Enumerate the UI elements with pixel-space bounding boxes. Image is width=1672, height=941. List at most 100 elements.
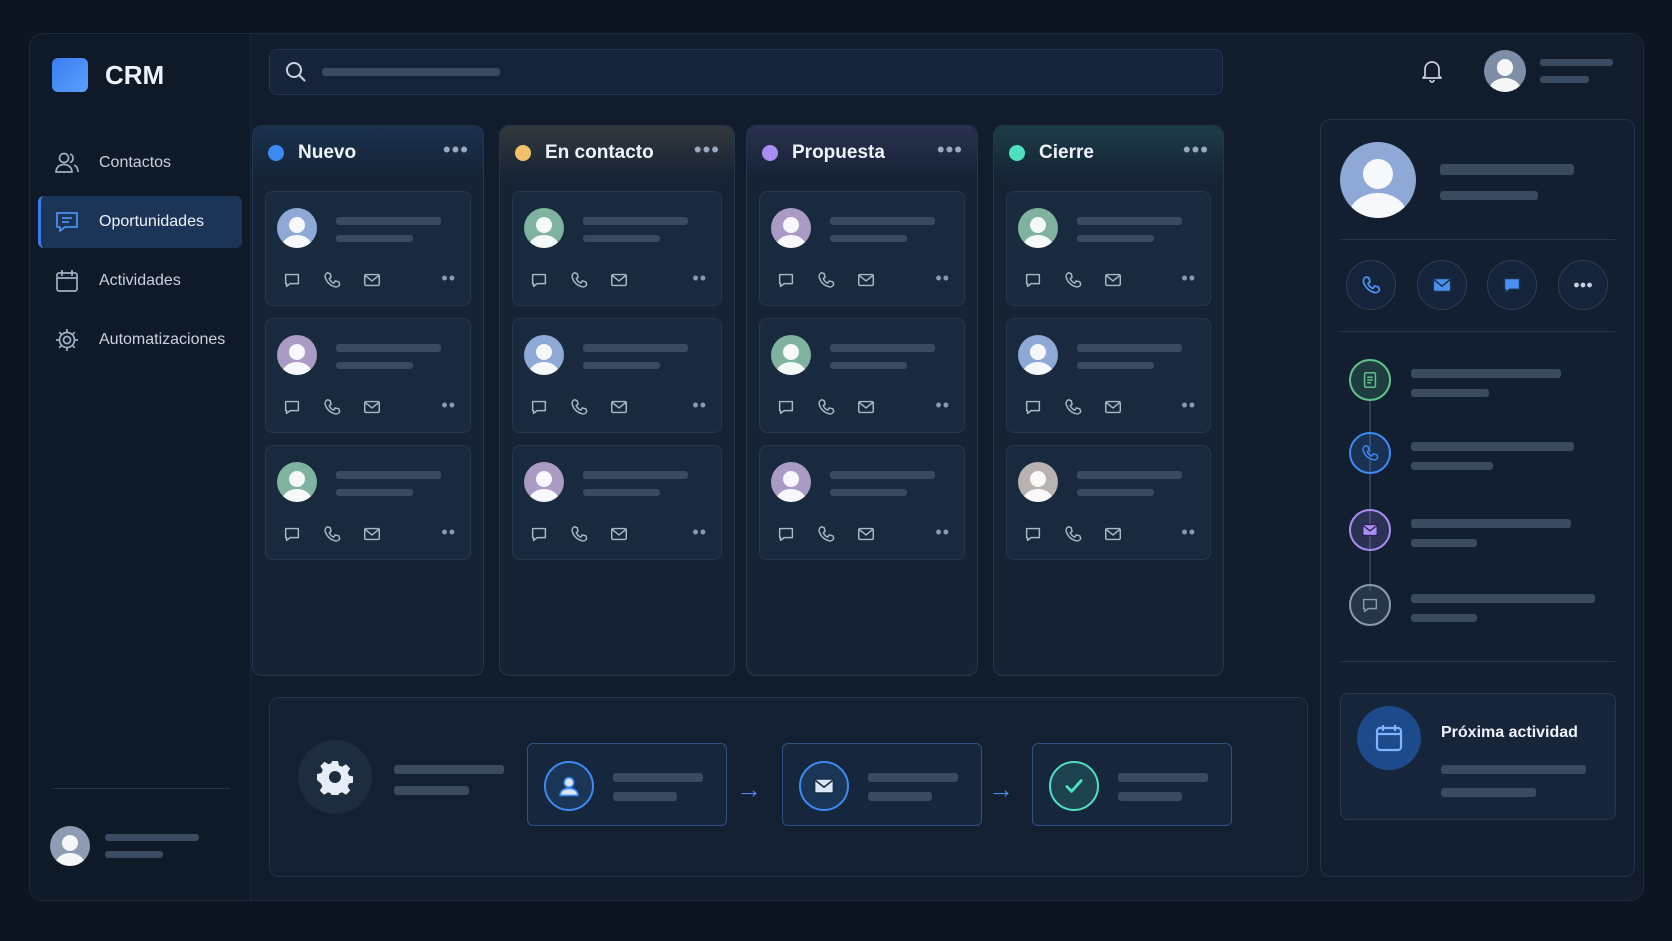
automation-step[interactable] bbox=[1032, 743, 1232, 826]
more-icon[interactable]: ••• bbox=[443, 139, 469, 161]
timeline-item-icon[interactable] bbox=[1349, 584, 1391, 626]
deal-card[interactable]: •• bbox=[512, 445, 722, 560]
avatar bbox=[771, 335, 811, 375]
mail-icon[interactable] bbox=[856, 524, 876, 544]
chat-icon[interactable] bbox=[529, 270, 549, 290]
more-button[interactable] bbox=[1558, 260, 1608, 310]
deal-card[interactable]: •• bbox=[265, 445, 471, 560]
phone-icon[interactable] bbox=[322, 397, 342, 417]
chat-button[interactable] bbox=[1487, 260, 1537, 310]
deal-card[interactable]: •• bbox=[512, 318, 722, 433]
chat-icon[interactable] bbox=[776, 524, 796, 544]
card-actions bbox=[1023, 270, 1143, 290]
phone-icon bbox=[1362, 276, 1381, 294]
chat-icon[interactable] bbox=[1023, 524, 1043, 544]
search-bar[interactable] bbox=[269, 49, 1223, 95]
deal-card[interactable]: •• bbox=[759, 445, 965, 560]
mail-icon[interactable] bbox=[856, 397, 876, 417]
mail-icon[interactable] bbox=[609, 524, 629, 544]
chat-icon[interactable] bbox=[1023, 270, 1043, 290]
more-icon[interactable]: •• bbox=[935, 523, 950, 541]
phone-icon[interactable] bbox=[569, 524, 589, 544]
chat-icon[interactable] bbox=[776, 270, 796, 290]
more-icon[interactable]: ••• bbox=[694, 139, 720, 161]
sidebar-item-oportunidades[interactable]: Oportunidades bbox=[38, 196, 242, 248]
mail-icon[interactable] bbox=[1103, 270, 1123, 290]
top-user-menu[interactable] bbox=[1484, 50, 1613, 92]
step-title-placeholder bbox=[1118, 773, 1208, 782]
deal-card[interactable]: •• bbox=[512, 191, 722, 306]
phone-icon[interactable] bbox=[322, 270, 342, 290]
phone-icon[interactable] bbox=[322, 524, 342, 544]
contact-detail-panel: Próxima actividad bbox=[1320, 119, 1635, 877]
deal-card[interactable]: •• bbox=[265, 318, 471, 433]
more-icon[interactable]: •• bbox=[1181, 396, 1196, 414]
timeline-item-icon[interactable] bbox=[1349, 509, 1391, 551]
more-icon[interactable]: •• bbox=[1181, 523, 1196, 541]
more-icon[interactable]: •• bbox=[692, 523, 707, 541]
next-activity-card[interactable]: Próxima actividad bbox=[1340, 693, 1616, 820]
sidebar-item-automatizaciones[interactable]: Automatizaciones bbox=[38, 314, 242, 366]
phone-icon[interactable] bbox=[1063, 397, 1083, 417]
calendar-icon bbox=[1357, 706, 1421, 770]
automation-gear[interactable] bbox=[298, 740, 372, 814]
mail-icon[interactable] bbox=[362, 524, 382, 544]
step-subtitle-placeholder bbox=[613, 792, 677, 801]
chat-icon[interactable] bbox=[282, 270, 302, 290]
mail-button[interactable] bbox=[1417, 260, 1467, 310]
automation-title-placeholder bbox=[394, 765, 504, 774]
chat-icon bbox=[1362, 598, 1378, 613]
bell-icon[interactable] bbox=[1419, 58, 1445, 84]
more-icon[interactable]: •• bbox=[935, 396, 950, 414]
more-icon[interactable]: ••• bbox=[1183, 139, 1209, 161]
more-icon[interactable]: •• bbox=[441, 269, 456, 287]
chat-icon[interactable] bbox=[282, 524, 302, 544]
chat-icon[interactable] bbox=[776, 397, 796, 417]
chat-icon[interactable] bbox=[1023, 397, 1043, 417]
deal-card[interactable]: •• bbox=[1006, 318, 1211, 433]
phone-icon[interactable] bbox=[816, 270, 836, 290]
phone-button[interactable] bbox=[1346, 260, 1396, 310]
chat-icon[interactable] bbox=[529, 524, 549, 544]
automation-step[interactable] bbox=[782, 743, 982, 826]
card-title-placeholder bbox=[583, 217, 688, 225]
card-title-placeholder bbox=[830, 344, 935, 352]
phone-icon[interactable] bbox=[569, 270, 589, 290]
mail-icon[interactable] bbox=[1103, 397, 1123, 417]
column-header: En contacto ••• bbox=[500, 126, 734, 180]
deal-card[interactable]: •• bbox=[759, 318, 965, 433]
timeline-item-icon[interactable] bbox=[1349, 432, 1391, 474]
step-icon bbox=[544, 761, 594, 811]
more-icon[interactable]: •• bbox=[692, 396, 707, 414]
phone-icon[interactable] bbox=[569, 397, 589, 417]
sidebar-user[interactable] bbox=[50, 826, 199, 866]
mail-icon[interactable] bbox=[1103, 524, 1123, 544]
chat-icon[interactable] bbox=[282, 397, 302, 417]
card-subtitle-placeholder bbox=[830, 362, 907, 369]
chat-icon[interactable] bbox=[529, 397, 549, 417]
deal-card[interactable]: •• bbox=[265, 191, 471, 306]
more-icon[interactable]: •• bbox=[692, 269, 707, 287]
app-logo[interactable]: CRM bbox=[52, 58, 164, 92]
mail-icon[interactable] bbox=[362, 270, 382, 290]
mail-icon[interactable] bbox=[609, 270, 629, 290]
mail-icon[interactable] bbox=[362, 397, 382, 417]
sidebar-item-contactos[interactable]: Contactos bbox=[38, 137, 242, 189]
more-icon[interactable]: •• bbox=[1181, 269, 1196, 287]
phone-icon[interactable] bbox=[1063, 524, 1083, 544]
deal-card[interactable]: •• bbox=[1006, 445, 1211, 560]
more-icon[interactable]: •• bbox=[441, 396, 456, 414]
deal-card[interactable]: •• bbox=[1006, 191, 1211, 306]
deal-card[interactable]: •• bbox=[759, 191, 965, 306]
more-icon[interactable]: ••• bbox=[937, 139, 963, 161]
mail-icon[interactable] bbox=[609, 397, 629, 417]
more-icon[interactable]: •• bbox=[935, 269, 950, 287]
phone-icon[interactable] bbox=[816, 524, 836, 544]
sidebar-item-actividades[interactable]: Actividades bbox=[38, 255, 242, 307]
automation-step[interactable] bbox=[527, 743, 727, 826]
phone-icon[interactable] bbox=[816, 397, 836, 417]
more-icon[interactable]: •• bbox=[441, 523, 456, 541]
mail-icon[interactable] bbox=[856, 270, 876, 290]
timeline-item-icon[interactable] bbox=[1349, 359, 1391, 401]
phone-icon[interactable] bbox=[1063, 270, 1083, 290]
